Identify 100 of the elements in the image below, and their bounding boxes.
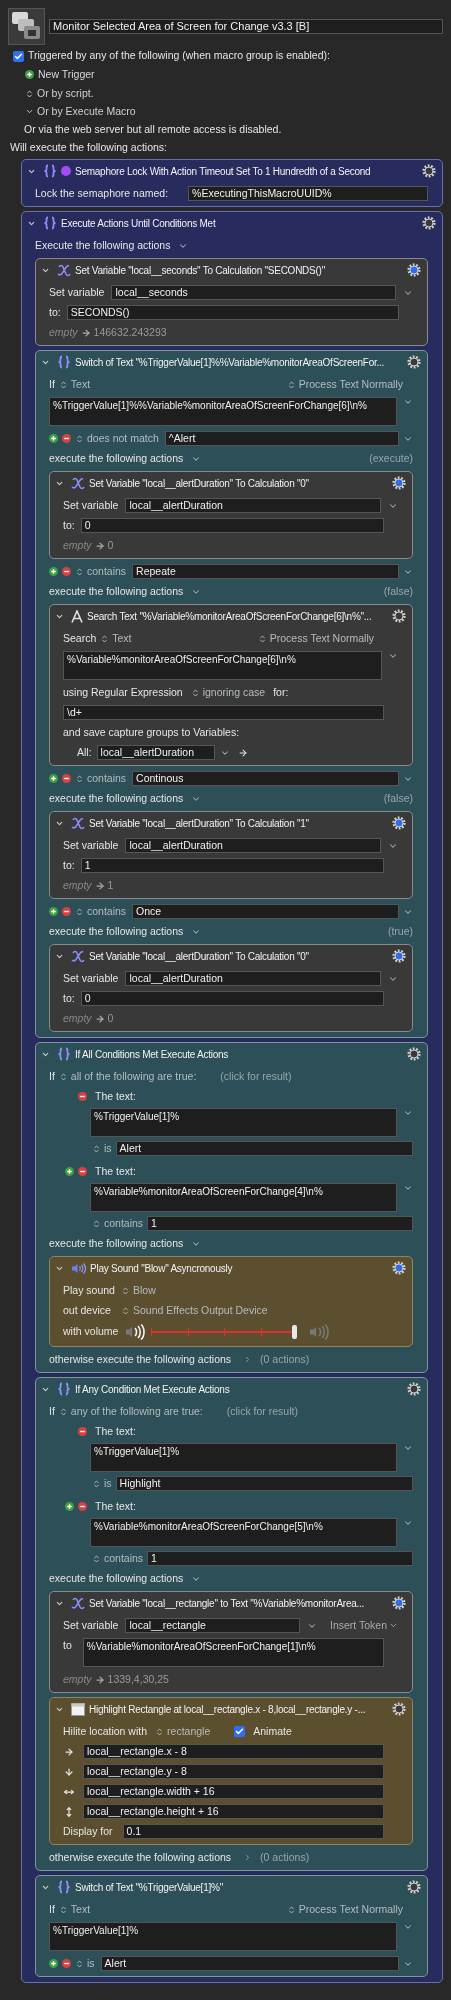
settings-icon[interactable] <box>392 1702 406 1716</box>
macro-name-field[interactable]: Monitor Selected Area of Screen for Change v3.3 [B] <box>49 19 443 34</box>
text-field[interactable]: 1 <box>147 1551 413 1566</box>
insert-token-button[interactable]: Insert Token <box>330 1617 398 1634</box>
popup-menu[interactable]: Sound Effects Output Device <box>121 1302 268 1319</box>
text-field[interactable]: local__rectangle.x - 8 <box>83 1744 384 1759</box>
settings-icon[interactable] <box>392 816 406 830</box>
settings-icon[interactable] <box>407 1382 421 1396</box>
dropdown-caret-icon[interactable] <box>403 1108 413 1118</box>
settings-icon[interactable] <box>407 1880 421 1894</box>
checkbox[interactable] <box>13 50 24 62</box>
popup-menu[interactable]: Process Text Normally <box>286 1901 403 1918</box>
popup-menu[interactable]: Text <box>58 1901 91 1918</box>
arrow-icon[interactable] <box>237 747 248 758</box>
dropdown-caret-icon[interactable] <box>403 1518 413 1528</box>
text-field[interactable]: %Variable%monitorAreaOfScreenForChange[4]\n% <box>90 1183 397 1212</box>
remove-button[interactable] <box>78 1092 87 1101</box>
dropdown-caret-icon[interactable] <box>403 1443 413 1453</box>
text-field[interactable]: %ExecutingThisMacroUUID% <box>188 186 428 201</box>
result-hint[interactable]: (click for result) <box>226 1403 298 1420</box>
remove-button[interactable] <box>62 774 71 783</box>
text-field[interactable]: Highlight <box>115 1476 413 1491</box>
text-field[interactable]: 1 <box>80 858 384 873</box>
remove-button[interactable] <box>78 1167 87 1176</box>
text-field[interactable]: SECONDS() <box>66 305 399 320</box>
popup-menu[interactable]: rectangle <box>155 1723 211 1740</box>
volume-slider[interactable] <box>151 1325 297 1339</box>
text-field[interactable]: %Variable%monitorAreaOfScreenForChange[6]\n% <box>63 651 382 680</box>
remove-button[interactable] <box>78 1502 87 1511</box>
dropdown-caret-icon[interactable] <box>403 1922 413 1932</box>
text-field[interactable]: 0.1 <box>122 1824 384 1839</box>
settings-icon[interactable] <box>407 1047 421 1061</box>
text-field[interactable]: local__seconds <box>111 285 396 300</box>
add-button[interactable] <box>49 774 58 783</box>
text-field[interactable]: local__rectangle.width + 16 <box>83 1784 384 1799</box>
settings-icon[interactable] <box>422 216 436 230</box>
popup-menu[interactable]: does not match <box>75 430 159 447</box>
settings-icon[interactable] <box>392 949 406 963</box>
checkbox[interactable] <box>234 1726 246 1737</box>
popup-menu[interactable]: contains <box>75 563 127 580</box>
add-button[interactable] <box>49 907 58 916</box>
popup-menu[interactable]: is <box>75 1955 95 1972</box>
popup-menu[interactable]: Process Text Normally <box>257 630 374 647</box>
text-field[interactable]: Repeate <box>132 564 399 579</box>
settings-icon[interactable] <box>392 1596 406 1610</box>
text-field[interactable]: %TriggerValue[1]% <box>49 1922 397 1951</box>
dropdown-caret-icon[interactable] <box>403 397 413 407</box>
settings-icon[interactable] <box>407 355 421 369</box>
text-field[interactable]: local__rectangle.height + 16 <box>83 1804 384 1819</box>
text-field[interactable]: local__alertDuration <box>125 838 381 853</box>
text-field[interactable]: %Variable%monitorAreaOfScreenForChange[1]\n% <box>82 1638 384 1667</box>
add-button[interactable] <box>25 70 34 79</box>
remove-button[interactable] <box>62 1959 71 1968</box>
popup-menu[interactable]: Process Text Normally <box>286 376 403 393</box>
popup-menu[interactable]: Blow <box>121 1282 156 1299</box>
text-field[interactable]: 1 <box>147 1216 413 1231</box>
settings-icon[interactable] <box>407 263 421 277</box>
popup-menu[interactable]: is <box>92 1475 112 1492</box>
add-button[interactable] <box>49 567 58 576</box>
popup-menu[interactable]: Or by script. <box>25 85 94 102</box>
remove-button[interactable] <box>62 907 71 916</box>
text-field[interactable]: local__alertDuration <box>125 498 381 513</box>
add-button[interactable] <box>65 1167 74 1176</box>
popup-menu[interactable]: contains <box>92 1215 144 1232</box>
popup-menu[interactable]: Text <box>58 376 91 393</box>
text-field[interactable]: Continous <box>132 771 399 786</box>
text-field[interactable]: %Variable%monitorAreaOfScreenForChange[5]\n% <box>90 1518 397 1547</box>
text-field[interactable]: local__alertDuration <box>125 971 381 986</box>
remove-button[interactable] <box>62 434 71 443</box>
text-field[interactable]: 0 <box>80 991 384 1006</box>
text-field[interactable]: \d+ <box>63 705 384 720</box>
remove-button[interactable] <box>62 567 71 576</box>
text-field[interactable]: local__rectangle.y - 8 <box>83 1764 384 1779</box>
add-button[interactable] <box>49 1959 58 1968</box>
popup-menu[interactable]: all of the following are true: <box>58 1068 197 1085</box>
add-button[interactable] <box>49 434 58 443</box>
result-hint[interactable]: (click for result) <box>220 1068 292 1085</box>
settings-icon[interactable] <box>392 609 406 623</box>
text-field[interactable]: Alert <box>100 1956 399 1971</box>
text-field[interactable]: Alert <box>115 1141 413 1156</box>
text-field[interactable]: Once <box>132 904 399 919</box>
add-button[interactable] <box>65 1502 74 1511</box>
dropdown-caret-icon[interactable] <box>388 651 398 661</box>
text-field[interactable]: %TriggerValue[1]%%Variable%monitorAreaOfScreenForChange[6]\n% <box>49 397 397 426</box>
popup-menu[interactable]: contains <box>92 1550 144 1567</box>
popup-menu[interactable]: is <box>92 1140 112 1157</box>
text-field[interactable]: local__rectangle <box>125 1618 300 1633</box>
settings-icon[interactable] <box>392 1261 406 1275</box>
text-field[interactable]: local__alertDuration <box>96 745 215 760</box>
settings-icon[interactable] <box>392 476 406 490</box>
popup-menu[interactable]: contains <box>75 903 127 920</box>
dropdown-caret-icon[interactable] <box>403 1183 413 1193</box>
text-field[interactable]: %TriggerValue[1]% <box>90 1108 397 1137</box>
remove-button[interactable] <box>78 1427 87 1436</box>
popup-menu[interactable]: contains <box>75 770 127 787</box>
popup-menu[interactable]: any of the following are true: <box>58 1403 203 1420</box>
settings-icon[interactable] <box>422 164 436 178</box>
popup-menu[interactable]: ignoring case <box>190 684 266 701</box>
popup-menu[interactable]: Or by Execute Macro <box>25 103 136 120</box>
text-field[interactable]: %TriggerValue[1]% <box>90 1443 397 1472</box>
